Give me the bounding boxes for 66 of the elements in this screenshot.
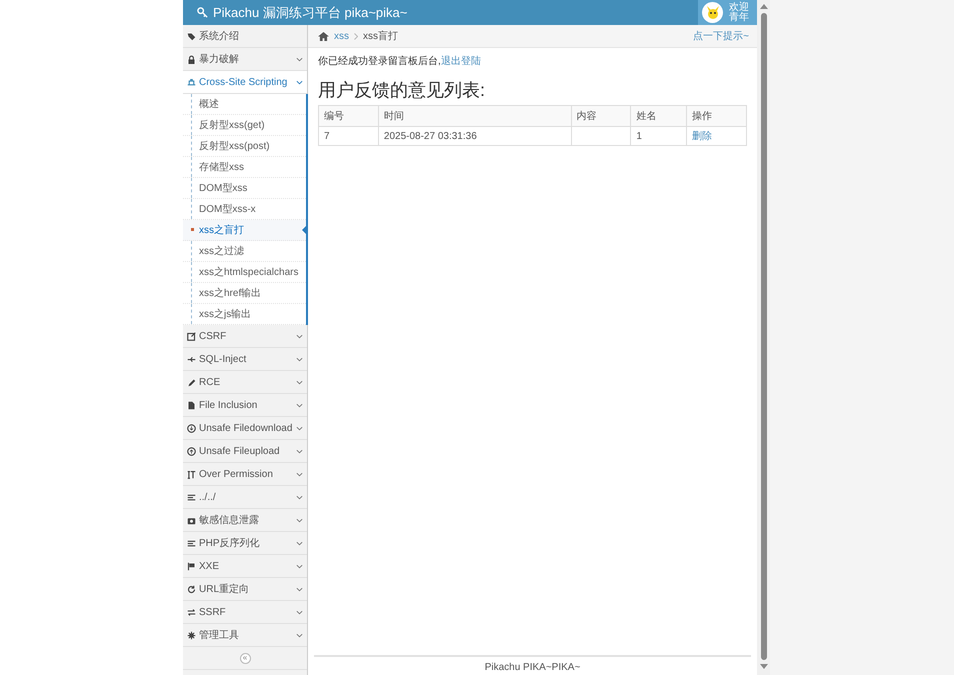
submenu-item[interactable]: DOM型xss (183, 178, 306, 199)
breadcrumb-current: xss盲打 (363, 30, 398, 43)
collapse-button[interactable]: « (240, 652, 250, 664)
sidebar-item[interactable]: 管理工具 (183, 624, 307, 647)
submenu-item[interactable]: 反射型xss(get) (183, 115, 306, 136)
column-header: 时间 (378, 106, 572, 126)
delete-link[interactable]: 删除 (692, 131, 712, 142)
sidebar-item[interactable]: File Inclusion (183, 394, 307, 417)
site-title: Pikachu 漏洞练习平台 pika~pika~ (183, 4, 408, 22)
submenu-item[interactable]: 反射型xss(post) (183, 136, 306, 157)
table-cell (571, 126, 631, 146)
key-icon (197, 7, 208, 18)
submenu-item[interactable]: 存储型xss (183, 157, 306, 178)
chevron-icon (296, 334, 303, 338)
submenu-item[interactable]: xss之htmlspecialchars (183, 262, 306, 283)
chevron-right-icon (354, 32, 358, 40)
submenu-item[interactable]: xss之盲打 (183, 220, 306, 241)
chevron-icon (296, 426, 303, 430)
user-text: 青年 (729, 12, 749, 22)
sidebar-item[interactable]: 敏感信息泄露 (183, 509, 307, 532)
sidebar-item[interactable]: SSRF (183, 601, 307, 624)
chevron-icon (296, 540, 303, 546)
chevron-icon (296, 402, 303, 408)
sidebar-item[interactable]: SQL-Inject (183, 348, 307, 371)
chevron-icon (296, 380, 303, 384)
chevron-icon (296, 56, 303, 62)
table-cell: 2025-08-27 03:31:36 (378, 126, 572, 146)
scrollbar[interactable] (757, 0, 770, 675)
table-cell: 7 (318, 126, 378, 146)
avatar-icon (702, 2, 723, 23)
footer-text: Pikachu PIKA~PIKA~ (314, 655, 751, 675)
chevron-icon (296, 518, 303, 522)
chevron-icon (296, 356, 303, 362)
logout-link[interactable]: 退出登陆 (440, 56, 481, 67)
sidebar-item[interactable]: Over Permission (183, 463, 307, 486)
sidebar-item[interactable]: XXE (183, 555, 307, 578)
column-header: 操作 (686, 106, 746, 126)
chevron-icon (296, 564, 303, 568)
sidebar-item[interactable]: 系统介绍 (183, 25, 307, 48)
sidebar-item[interactable]: RCE (183, 371, 307, 394)
sidebar-item[interactable]: PHP反序列化 (183, 532, 307, 555)
sidebar-item[interactable]: Unsafe Fileupload (183, 440, 307, 463)
login-message: 你已经成功登录留言板后台,退出登陆 (318, 54, 482, 68)
sidebar-item[interactable]: Cross-Site Scripting (183, 71, 307, 94)
submenu-item[interactable]: 概述 (183, 94, 306, 115)
chevron-icon (296, 610, 303, 614)
column-header: 内容 (571, 106, 631, 126)
chevron-icon (296, 494, 303, 500)
submenu-item[interactable]: xss之过滤 (183, 241, 306, 262)
home-icon[interactable] (318, 32, 329, 40)
column-header: 编号 (318, 106, 378, 126)
user-text: 欢迎 (729, 2, 749, 12)
submenu-item[interactable]: xss之js输出 (183, 304, 306, 325)
sidebar-item[interactable]: CSRF (183, 325, 307, 348)
chevron-icon (296, 586, 303, 592)
chevron-icon (296, 80, 303, 84)
sidebar-item[interactable]: URL重定向 (183, 578, 307, 601)
chevron-icon (296, 632, 303, 638)
column-header: 姓名 (630, 106, 687, 126)
sidebar-item[interactable]: Unsafe Filedownload (183, 417, 307, 440)
chevron-icon (296, 472, 303, 476)
sidebar-item[interactable]: ../../ (183, 486, 307, 509)
submenu-item[interactable]: xss之href输出 (183, 283, 306, 304)
chevron-icon (296, 448, 303, 454)
page-heading: 用户反馈的意见列表: (318, 79, 486, 102)
table-cell: 1 (630, 126, 687, 146)
